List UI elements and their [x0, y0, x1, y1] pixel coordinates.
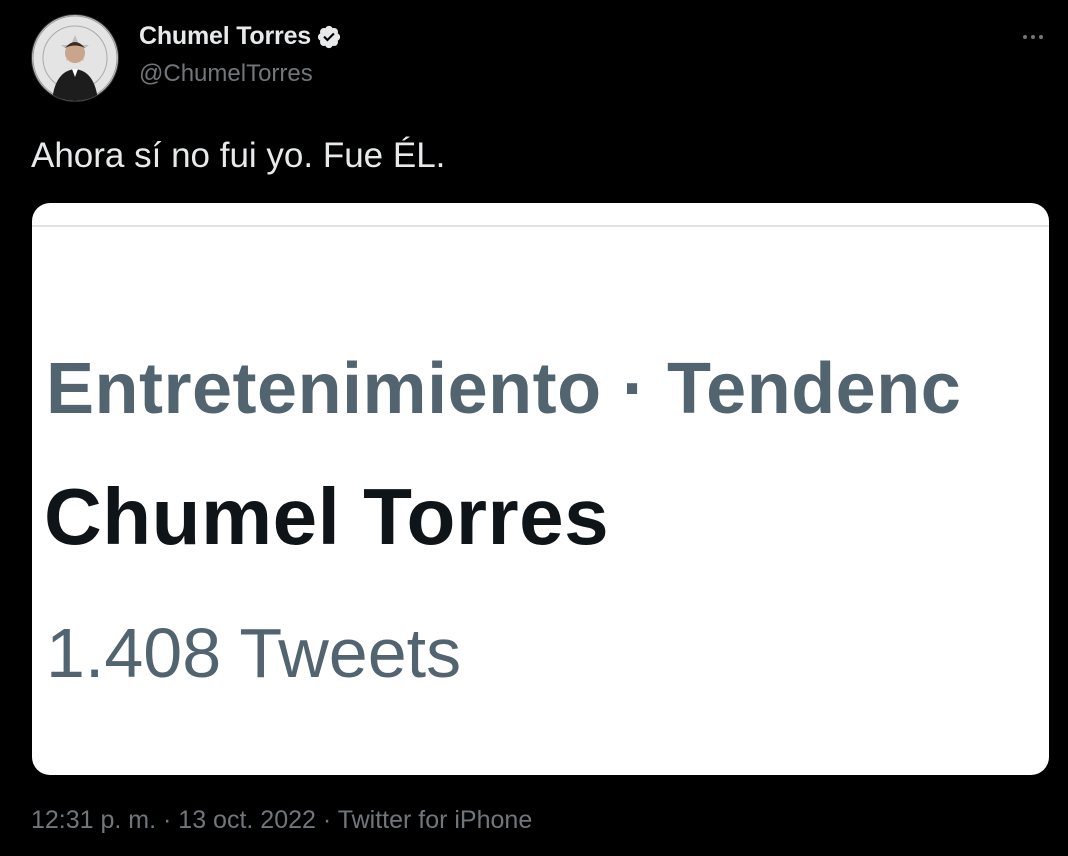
media-divider	[32, 225, 1049, 227]
tweet-meta: 12:31 p. m. · 13 oct. 2022 · Twitter for…	[31, 806, 532, 835]
media-trend-name: Chumel Torres	[44, 472, 610, 561]
author-name-row[interactable]: Chumel Torres	[139, 22, 342, 51]
author-handle[interactable]: @ChumelTorres	[139, 60, 313, 88]
avatar[interactable]	[31, 14, 119, 102]
meta-separator: ·	[156, 806, 179, 834]
tweet-source[interactable]: Twitter for iPhone	[338, 806, 533, 834]
more-options-icon[interactable]	[1018, 22, 1048, 52]
tweet-media-image[interactable]: Entretenimiento · Tendenc Chumel Torres …	[32, 203, 1049, 775]
meta-separator: ·	[315, 806, 338, 834]
media-tweet-count: 1.408 Tweets	[46, 614, 462, 692]
author-display-name[interactable]: Chumel Torres	[139, 22, 311, 51]
tweet: Chumel Torres @ChumelTorres Ahora sí no …	[0, 0, 1068, 856]
media-trend-category: Entretenimiento · Tendenc	[46, 349, 962, 429]
verified-badge-icon	[316, 24, 342, 50]
avatar-seal-image	[32, 15, 118, 101]
tweet-date[interactable]: 13 oct. 2022	[178, 806, 316, 834]
tweet-text: Ahora sí no fui yo. Fue ÉL.	[31, 136, 446, 175]
tweet-time[interactable]: 12:31 p. m.	[31, 806, 156, 834]
